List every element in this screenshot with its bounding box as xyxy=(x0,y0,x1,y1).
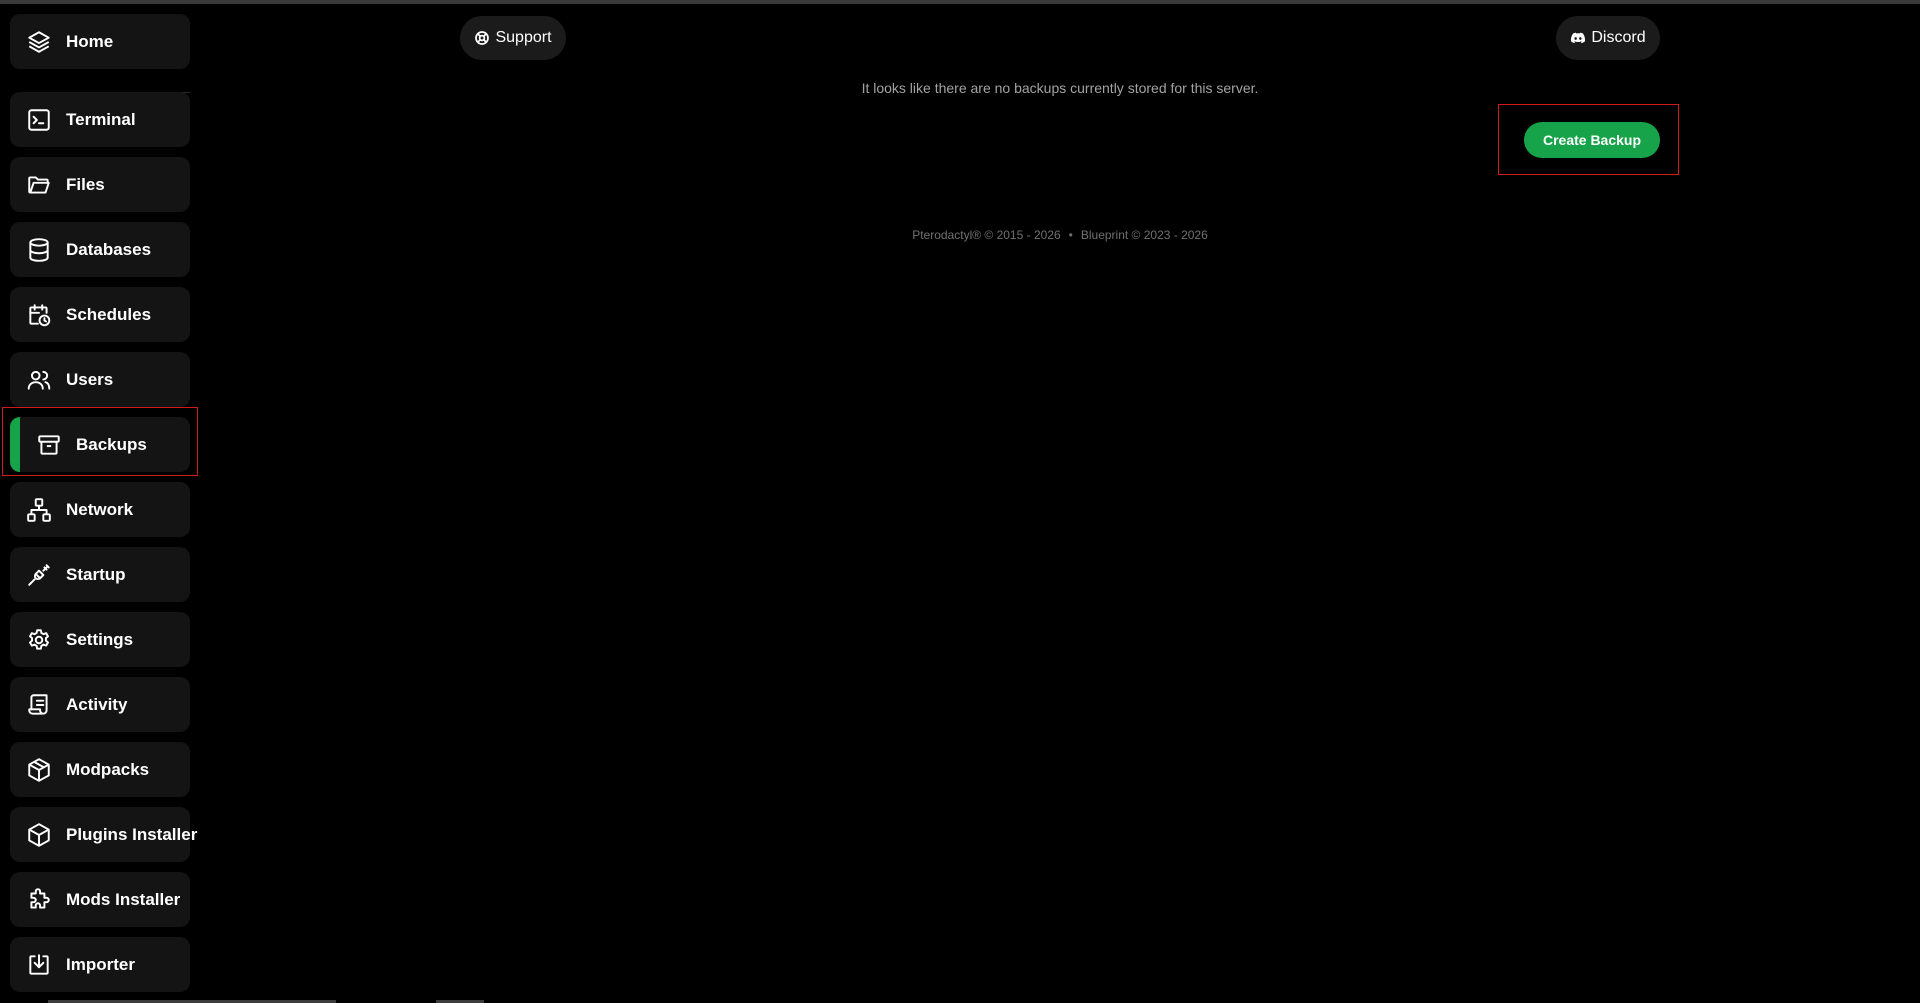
network-icon xyxy=(26,497,52,523)
discord-label: Discord xyxy=(1591,29,1646,46)
sidebar-item-network[interactable]: Network xyxy=(10,482,190,537)
calendar-clock-icon xyxy=(26,302,52,328)
scroll-icon xyxy=(26,692,52,718)
package-icon xyxy=(26,757,52,783)
sidebar-item-settings[interactable]: Settings xyxy=(10,612,190,667)
users-icon xyxy=(26,367,52,393)
gear-icon xyxy=(26,627,52,653)
discord-icon xyxy=(1571,32,1586,44)
sidebar-item-label: Settings xyxy=(66,629,134,649)
empty-state-message: It looks like there are no backups curre… xyxy=(861,80,1259,96)
sidebar-item-label: Plugins Installer xyxy=(66,824,198,844)
footer-blueprint[interactable]: Blueprint © 2023 - 2026 xyxy=(1081,228,1208,242)
sidebar-item-modpacks[interactable]: Modpacks xyxy=(10,742,190,797)
lifebuoy-icon xyxy=(475,31,490,45)
discord-button[interactable]: Discord xyxy=(1556,16,1660,60)
sidebar-item-label: Files xyxy=(66,174,105,194)
footer: Pterodactyl® © 2015 - 2026 • Blueprint © 2… xyxy=(760,228,1360,242)
support-button[interactable]: Support xyxy=(460,16,566,60)
footer-separator: • xyxy=(1068,228,1073,242)
sidebar-item-label: Users xyxy=(66,369,114,389)
sidebar-item-mods-installer[interactable]: Mods Installer xyxy=(10,872,190,927)
highlight-outline-backups xyxy=(2,407,198,476)
plug-icon xyxy=(26,562,52,588)
sidebar-item-databases[interactable]: Databases xyxy=(10,222,190,277)
sidebar-item-startup[interactable]: Startup xyxy=(10,547,190,602)
sidebar-item-label: Databases xyxy=(66,239,152,259)
terminal-icon xyxy=(26,107,52,133)
support-label: Support xyxy=(495,29,552,46)
create-backup-button[interactable]: Create Backup xyxy=(1524,122,1660,158)
sidebar-item-home[interactable]: Home xyxy=(10,14,190,69)
sidebar-item-label: Importer xyxy=(66,954,135,974)
footer-pterodactyl[interactable]: Pterodactyl® © 2015 - 2026 xyxy=(912,228,1060,242)
sidebar-item-label: Modpacks xyxy=(66,759,150,779)
sidebar-item-terminal[interactable]: Terminal xyxy=(10,92,190,147)
window-top-border xyxy=(0,0,1920,4)
folder-icon xyxy=(26,172,52,198)
sidebar-item-users[interactable]: Users xyxy=(10,352,190,407)
import-icon xyxy=(26,952,52,978)
sidebar-item-schedules[interactable]: Schedules xyxy=(10,287,190,342)
box-icon xyxy=(26,822,52,848)
layers-icon xyxy=(26,29,52,55)
sidebar-item-importer[interactable]: Importer xyxy=(10,937,190,992)
sidebar-item-label: Mods Installer xyxy=(66,889,181,909)
sidebar-item-plugins-installer[interactable]: Plugins Installer xyxy=(10,807,197,862)
database-icon xyxy=(26,237,52,263)
sidebar-item-label: Home xyxy=(66,31,114,51)
sidebar-item-label: Schedules xyxy=(66,304,152,324)
sidebar-item-label: Startup xyxy=(66,564,126,584)
sidebar-item-files[interactable]: Files xyxy=(10,157,190,212)
sidebar-item-label: Terminal xyxy=(66,109,136,129)
sidebar-item-label: Network xyxy=(66,499,134,519)
sidebar-item-activity[interactable]: Activity xyxy=(10,677,190,732)
puzzle-icon xyxy=(26,887,52,913)
sidebar-item-label: Activity xyxy=(66,694,128,714)
